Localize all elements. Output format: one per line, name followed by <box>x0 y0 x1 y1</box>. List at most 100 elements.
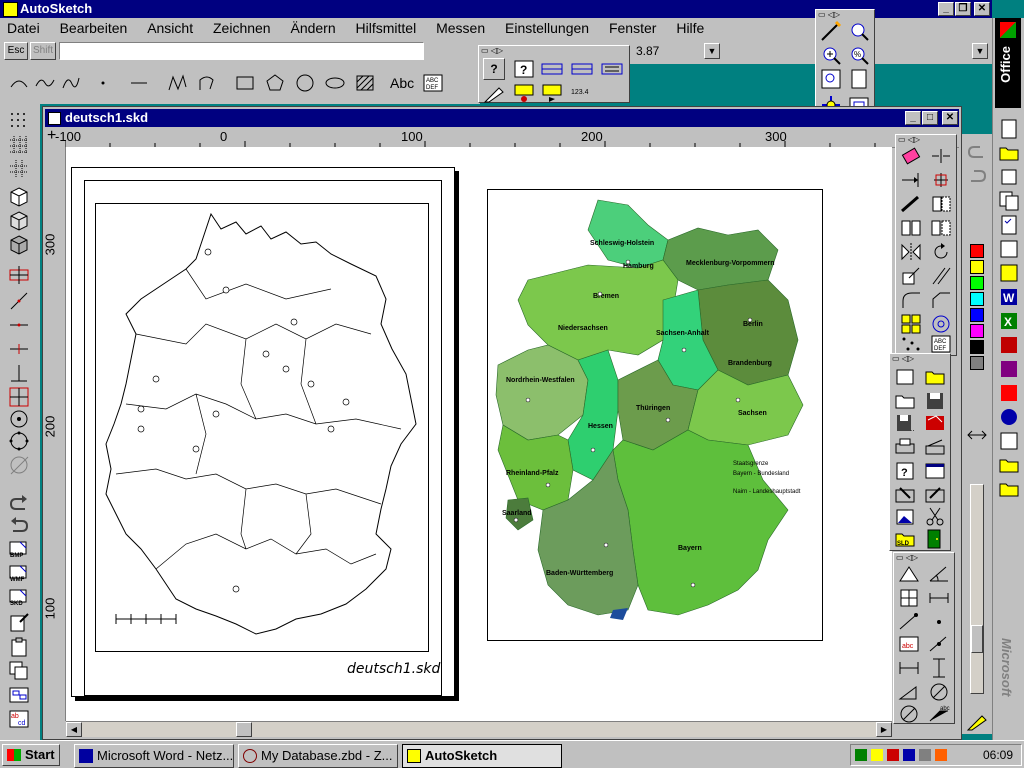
start-button[interactable]: Start <box>2 744 60 766</box>
new-file-icon[interactable] <box>894 366 916 388</box>
tray-clock[interactable]: 06:09 <box>983 748 1013 762</box>
import-icon[interactable] <box>894 484 916 506</box>
snap-end-icon[interactable] <box>8 338 30 360</box>
menu-hilfsmittel[interactable]: Hilfsmittel <box>356 18 417 38</box>
splitter-icon[interactable] <box>966 424 988 446</box>
menu-einstellungen[interactable]: Einstellungen <box>505 18 589 38</box>
measure-angle-icon[interactable] <box>928 563 950 585</box>
mini-undo-icon[interactable] <box>966 142 988 164</box>
task-word[interactable]: Microsoft Word - Netz... <box>74 744 234 768</box>
office-new-doc-icon[interactable] <box>998 118 1020 140</box>
mini-redo-icon[interactable] <box>966 166 988 188</box>
office-contact-icon[interactable] <box>998 238 1020 260</box>
zoom-window-icon[interactable] <box>820 68 842 90</box>
dimension-circle-icon[interactable] <box>898 703 920 725</box>
task-autosketch[interactable]: AutoSketch <box>402 744 562 768</box>
curve-tool-icon[interactable] <box>34 72 56 94</box>
clipboard-icon[interactable] <box>8 636 30 658</box>
color-cyan-swatch[interactable] <box>970 292 984 306</box>
horizontal-scrollbar[interactable]: ◀ ▶ <box>66 721 892 737</box>
cut-icon[interactable] <box>924 506 946 528</box>
office-folder-icon[interactable] <box>998 454 1020 476</box>
tray-icon-2[interactable] <box>871 749 883 761</box>
measure-toolbar-grip[interactable]: ▭ ◁▷ <box>896 554 952 562</box>
help-context-icon[interactable]: ? <box>483 58 505 80</box>
scroll-right-button[interactable]: ▶ <box>876 722 892 737</box>
line-tool-icon[interactable] <box>128 72 150 94</box>
open-file-icon[interactable] <box>924 366 946 388</box>
pen-icon[interactable] <box>820 20 842 42</box>
dialog-icon[interactable] <box>924 460 946 482</box>
color-black-swatch[interactable] <box>970 340 984 354</box>
zoom-percent-icon[interactable]: % <box>848 44 870 66</box>
copy-objects-icon[interactable] <box>8 660 30 682</box>
text-style-icon[interactable]: ab cd <box>8 708 30 730</box>
office-folder2-icon[interactable] <box>998 478 1020 500</box>
ortho-grid-icon[interactable] <box>8 158 30 180</box>
office-note-icon[interactable] <box>998 262 1020 284</box>
slide-show-button[interactable]: SLD <box>894 528 916 550</box>
snap-midpoint-icon[interactable] <box>8 314 30 336</box>
snap-grid-icon[interactable] <box>8 110 30 132</box>
move-icon[interactable] <box>930 193 952 215</box>
arc-tool-icon[interactable] <box>8 72 30 94</box>
polygon-tool-icon[interactable] <box>264 72 286 94</box>
dimension-leader-icon[interactable]: abc <box>928 703 950 725</box>
menu-ansicht[interactable]: Ansicht <box>147 18 193 38</box>
dimension-aligned-icon[interactable] <box>898 681 920 703</box>
help-topics-icon[interactable]: ? <box>513 58 535 80</box>
dimension-diameter-icon[interactable] <box>928 681 950 703</box>
layer-icon[interactable] <box>541 58 563 80</box>
array-icon[interactable] <box>930 217 952 239</box>
measure-text-icon[interactable]: abc <box>898 633 920 655</box>
menu-aendern[interactable]: Ändern <box>290 18 335 38</box>
minimize-button[interactable]: _ <box>938 2 954 16</box>
break-icon[interactable] <box>930 145 952 167</box>
color-red-swatch[interactable] <box>970 244 984 258</box>
group-objects-icon[interactable] <box>900 313 922 335</box>
point-tool-icon[interactable] <box>92 72 114 94</box>
export-skd-button[interactable]: SKD <box>8 588 30 610</box>
office-explorer-icon[interactable] <box>998 406 1020 428</box>
toolbar-grip[interactable]: ▭ ◁▷ <box>481 47 627 55</box>
ungroup-icon[interactable] <box>930 313 952 335</box>
measure-point-icon[interactable] <box>898 611 920 633</box>
office-powerpoint-icon[interactable] <box>998 334 1020 356</box>
office-copy-icon[interactable] <box>998 190 1020 212</box>
dimension-vertical-icon[interactable] <box>928 657 950 679</box>
layer-list-icon[interactable] <box>601 58 623 80</box>
measure-coordinate-icon[interactable] <box>928 611 950 633</box>
layer-manage-icon[interactable] <box>571 58 593 80</box>
export-bmp-button[interactable]: BMP <box>8 540 30 562</box>
edit-attribute-icon[interactable]: ABC DEF <box>930 333 952 355</box>
numbering-icon[interactable]: 123.4 <box>571 82 593 104</box>
save-icon[interactable] <box>924 390 946 412</box>
task-database[interactable]: My Database.zbd - Z... <box>238 744 398 768</box>
open-folder-icon[interactable] <box>894 390 916 412</box>
file-toolbar-grip[interactable]: ▭ ◁▷ <box>892 355 948 363</box>
color-green-swatch[interactable] <box>970 276 984 290</box>
office-outlook-icon[interactable] <box>998 166 1020 188</box>
office-open-icon[interactable] <box>998 142 1020 164</box>
print-icon[interactable] <box>894 436 916 458</box>
undo-icon[interactable] <box>8 494 30 516</box>
help-file-icon[interactable]: ? <box>894 460 916 482</box>
erase-icon[interactable] <box>900 145 922 167</box>
exit-icon[interactable] <box>924 528 946 550</box>
tray-speaker-icon[interactable] <box>919 749 931 761</box>
office-excel-icon[interactable]: X <box>998 310 1020 332</box>
office-binder-icon[interactable] <box>998 430 1020 452</box>
office-word-icon[interactable]: W <box>998 286 1020 308</box>
office-acrobat-icon[interactable] <box>998 382 1020 404</box>
snap-intersection-icon[interactable] <box>8 386 30 408</box>
office-access-icon[interactable] <box>998 358 1020 380</box>
trim-icon[interactable] <box>930 169 952 191</box>
measure-area-icon[interactable] <box>898 563 920 585</box>
nodes-icon[interactable] <box>900 333 922 355</box>
fillet-icon[interactable] <box>900 289 922 311</box>
doc-maximize-button[interactable]: □ <box>922 111 938 125</box>
tray-icon-1[interactable] <box>855 749 867 761</box>
menu-hilfe[interactable]: Hilfe <box>676 18 704 38</box>
stretch-icon[interactable] <box>900 193 922 215</box>
slant-icon[interactable] <box>930 265 952 287</box>
